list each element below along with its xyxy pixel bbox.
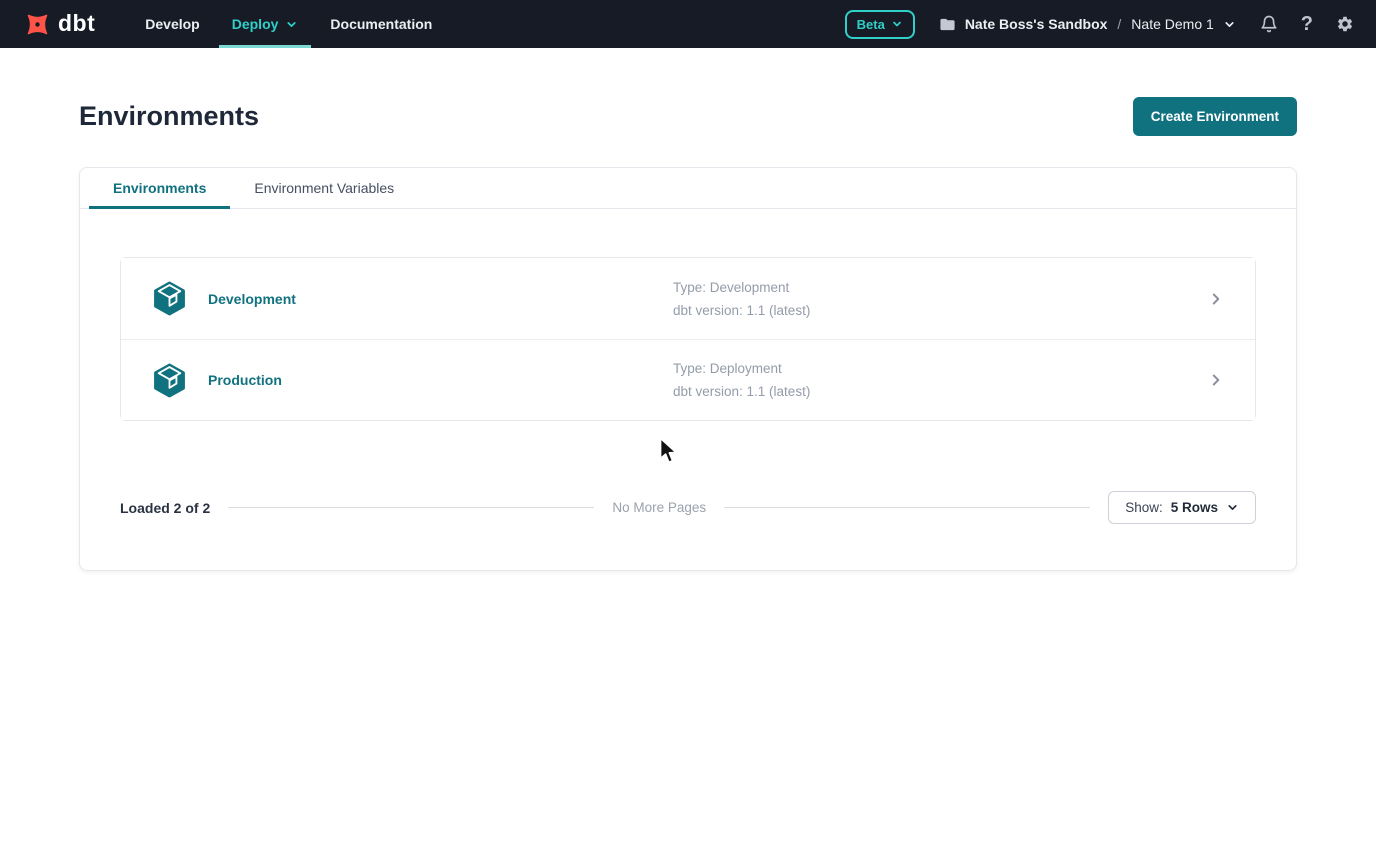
environment-meta: Type: Deployment dbt version: 1.1 (lates…	[673, 361, 810, 399]
navbar-icon-group: ?	[1260, 14, 1354, 34]
chevron-right-icon	[1207, 371, 1225, 389]
chevron-down-icon	[285, 18, 298, 31]
help-icon[interactable]: ?	[1301, 14, 1313, 34]
chevron-down-icon	[1226, 501, 1239, 514]
nav-deploy-label: Deploy	[232, 16, 279, 32]
chevron-down-icon	[891, 18, 903, 30]
environment-name-link[interactable]: Production	[208, 372, 282, 388]
no-more-pages-text: No More Pages	[612, 500, 706, 515]
nav-item-deploy[interactable]: Deploy	[216, 0, 315, 48]
dbt-logo-icon	[24, 11, 51, 38]
environment-row-development[interactable]: Development Type: Development dbt versio…	[121, 258, 1255, 339]
navbar-right: Beta Nate Boss's Sandbox / Nate Demo 1	[845, 10, 1354, 39]
chevron-right-icon	[1207, 290, 1225, 308]
settings-gear-icon[interactable]	[1336, 15, 1354, 33]
project-name: Nate Demo 1	[1131, 16, 1213, 32]
primary-nav: Develop Deploy Documentation	[129, 0, 448, 48]
folder-icon	[939, 16, 956, 33]
tab-environments[interactable]: Environments	[89, 168, 230, 208]
chevron-down-icon	[1223, 18, 1236, 31]
show-label: Show:	[1125, 500, 1163, 515]
beta-label: Beta	[857, 17, 885, 32]
pagination-bar: Loaded 2 of 2 No More Pages Show: 5 Rows	[120, 491, 1256, 524]
loaded-count-text: Loaded 2 of 2	[120, 500, 210, 516]
tab-environment-variables-label: Environment Variables	[254, 180, 394, 196]
tab-environment-variables[interactable]: Environment Variables	[230, 168, 418, 208]
rows-per-page-dropdown[interactable]: Show: 5 Rows	[1108, 491, 1256, 524]
environment-cube-icon	[151, 280, 188, 317]
environment-meta: Type: Development dbt version: 1.1 (late…	[673, 280, 810, 318]
card-body: Development Type: Development dbt versio…	[80, 209, 1296, 570]
environment-row-production[interactable]: Production Type: Deployment dbt version:…	[121, 339, 1255, 420]
nav-item-documentation[interactable]: Documentation	[314, 0, 448, 48]
rows-value: 5 Rows	[1171, 500, 1218, 515]
nav-documentation-label: Documentation	[330, 16, 432, 32]
environment-name-link[interactable]: Development	[208, 291, 296, 307]
breadcrumb-separator: /	[1116, 16, 1122, 32]
account-project-switcher[interactable]: Nate Boss's Sandbox / Nate Demo 1	[939, 16, 1236, 33]
environments-card: Environments Environment Variables Devel	[79, 167, 1297, 571]
dbt-logo[interactable]: dbt	[24, 11, 95, 38]
page-header: Environments Create Environment	[79, 97, 1297, 136]
divider-line	[228, 507, 594, 508]
nav-develop-label: Develop	[145, 16, 199, 32]
divider-line	[724, 507, 1090, 508]
nav-item-develop[interactable]: Develop	[129, 0, 215, 48]
environment-type: Type: Deployment	[673, 361, 810, 376]
environment-dbt-version: dbt version: 1.1 (latest)	[673, 303, 810, 318]
top-navbar: dbt Develop Deploy Documentation Beta Na…	[0, 0, 1376, 48]
environment-list: Development Type: Development dbt versio…	[120, 257, 1256, 421]
page-title: Environments	[79, 101, 259, 132]
tab-environments-label: Environments	[113, 180, 206, 196]
main-content: Environments Create Environment Environm…	[79, 97, 1297, 571]
environment-cube-icon	[151, 362, 188, 399]
environment-type: Type: Development	[673, 280, 810, 295]
tab-bar: Environments Environment Variables	[80, 168, 1296, 209]
notifications-bell-icon[interactable]	[1260, 15, 1278, 33]
account-name: Nate Boss's Sandbox	[965, 16, 1108, 32]
environment-dbt-version: dbt version: 1.1 (latest)	[673, 384, 810, 399]
dbt-logo-text: dbt	[58, 10, 95, 37]
beta-dropdown[interactable]: Beta	[845, 10, 915, 39]
create-environment-button[interactable]: Create Environment	[1133, 97, 1297, 136]
